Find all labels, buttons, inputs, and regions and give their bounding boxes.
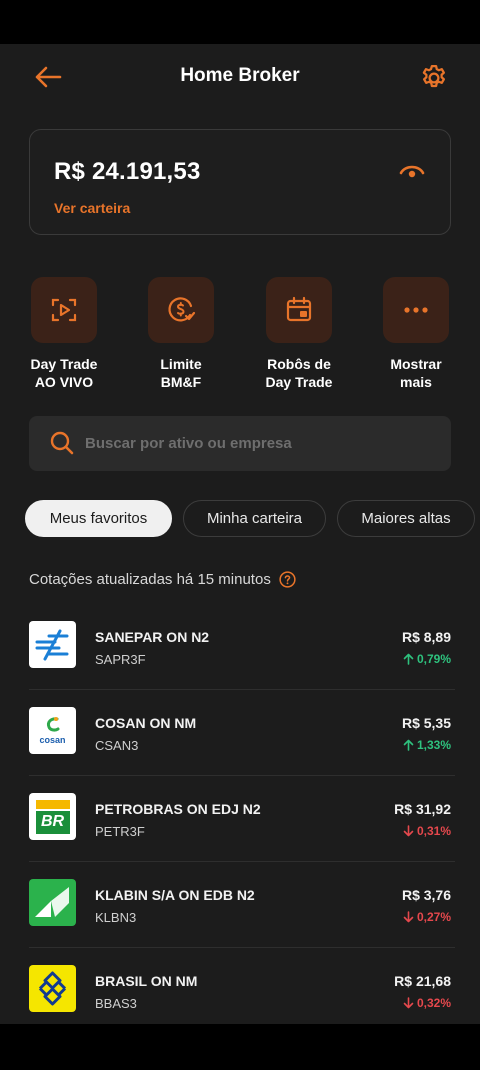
search-icon <box>50 431 74 455</box>
stock-ticker: SAPR3F <box>95 652 146 667</box>
petrobras-logo-mark: BR <box>35 799 70 834</box>
action-show-more[interactable]: Mostrar mais <box>361 277 471 391</box>
sanepar-logo-mark <box>35 629 69 661</box>
stock-change-value: 0,32% <box>416 996 451 1010</box>
list-item[interactable]: BR PETROBRAS ON EDJ N2 PETR3F R$ 31,92 0… <box>29 776 455 862</box>
quick-actions: Day Trade AO VIVO Limite BM&F Robôs de D… <box>0 277 480 397</box>
tab-meus-favoritos[interactable]: Meus favoritos <box>25 500 172 537</box>
action-label-line1: Limite <box>160 356 202 372</box>
action-label: Day Trade AO VIVO <box>9 355 119 391</box>
action-label-line1: Mostrar <box>390 356 442 372</box>
action-label: Limite BM&F <box>126 355 236 391</box>
stock-change-value: 0,79% <box>416 652 451 666</box>
stock-name: COSAN ON NM <box>95 715 197 731</box>
list-item[interactable]: KLABIN S/A ON EDB N2 KLBN3 R$ 3,76 0,27% <box>29 862 455 948</box>
stock-name: BRASIL ON NM <box>95 973 198 989</box>
arrow-up-icon <box>403 739 414 751</box>
action-robos-day-trade[interactable]: Robôs de Day Trade <box>244 277 354 391</box>
balance-card: R$ 24.191,53 Ver carteira <box>29 129 451 235</box>
cosan-logo-text: cosan <box>39 735 66 745</box>
stock-change: 0,27% <box>403 910 451 924</box>
action-label-line2: Day Trade <box>265 374 333 390</box>
cosan-logo-mark <box>46 717 59 732</box>
arrow-down-icon <box>403 997 414 1009</box>
page-title: Home Broker <box>180 65 300 86</box>
gear-icon <box>422 65 445 88</box>
balance-amount: R$ 24.191,53 <box>54 158 201 185</box>
cosan-logo: cosan <box>29 707 76 754</box>
list-item[interactable]: SANEPAR ON N2 SAPR3F R$ 8,89 0,79% <box>29 604 455 690</box>
stock-change: 0,31% <box>403 824 451 838</box>
action-day-trade[interactable]: Day Trade AO VIVO <box>9 277 119 391</box>
stock-change: 0,32% <box>403 996 451 1010</box>
search-placeholder: Buscar por ativo ou empresa <box>85 435 292 452</box>
action-label-line2: AO VIVO <box>34 374 94 390</box>
stock-price: R$ 5,35 <box>401 715 451 731</box>
stock-ticker: BBAS3 <box>95 996 137 1011</box>
klabin-logo <box>29 879 76 926</box>
view-wallet-link[interactable]: Ver carteira <box>54 200 130 216</box>
stock-price: R$ 21,68 <box>394 973 451 989</box>
action-icon-box <box>383 277 449 343</box>
action-limite-bmf[interactable]: Limite BM&F <box>126 277 236 391</box>
stock-change-value: 0,27% <box>416 910 451 924</box>
dollar-check-icon <box>168 297 196 322</box>
play-frame-icon <box>51 298 77 322</box>
stock-change: 1,33% <box>403 738 451 752</box>
action-icon-box <box>266 277 332 343</box>
arrow-up-icon <box>403 653 414 665</box>
more-dots-icon <box>404 307 428 313</box>
petrobras-logo-text: BR <box>35 810 70 834</box>
list-item[interactable]: cosan COSAN ON NM CSAN3 R$ 5,35 1,33% <box>29 690 455 776</box>
stock-list: SANEPAR ON N2 SAPR3F R$ 8,89 0,79% cosan… <box>29 604 455 1024</box>
calendar-robot-icon <box>286 296 312 322</box>
action-icon-box <box>148 277 214 343</box>
eye-icon[interactable] <box>398 160 426 184</box>
header: Home Broker <box>0 44 480 110</box>
stock-price: R$ 31,92 <box>394 801 451 817</box>
arrow-down-icon <box>403 911 414 923</box>
action-label-line2: BM&F <box>160 374 202 390</box>
action-icon-box <box>31 277 97 343</box>
sanepar-logo <box>29 621 76 668</box>
tab-minha-carteira[interactable]: Minha carteira <box>183 500 326 537</box>
search-input[interactable]: Buscar por ativo ou empresa <box>29 416 451 471</box>
quotes-notice: Cotações atualizadas há 15 minutos <box>29 571 296 588</box>
help-icon[interactable] <box>279 571 296 588</box>
tab-maiores-altas[interactable]: Maiores altas <box>337 500 475 537</box>
action-label: Mostrar mais <box>361 355 471 391</box>
petrobras-logo-band <box>35 799 70 809</box>
stock-name: PETROBRAS ON EDJ N2 <box>95 801 261 817</box>
settings-button[interactable] <box>418 62 450 94</box>
stock-change: 0,79% <box>403 652 451 666</box>
stock-name: SANEPAR ON N2 <box>95 629 210 645</box>
home-broker-screen: Home Broker R$ 24.191,53 Ver carteira Da… <box>0 44 480 1024</box>
stock-change-value: 1,33% <box>416 738 451 752</box>
banco-do-brasil-logo <box>29 965 76 1012</box>
quotes-notice-text: Cotações atualizadas há 15 minutos <box>29 571 271 588</box>
stock-price: R$ 8,89 <box>401 629 451 645</box>
action-label-line1: Robôs de <box>267 356 331 372</box>
petrobras-logo: BR <box>29 793 76 840</box>
stock-ticker: PETR3F <box>95 824 145 839</box>
action-label: Robôs de Day Trade <box>244 355 354 391</box>
action-label-line2: mais <box>400 374 432 390</box>
filter-tabs: Meus favoritos Minha carteira Maiores al… <box>25 500 480 538</box>
list-item[interactable]: BRASIL ON NM BBAS3 R$ 21,68 0,32% <box>29 948 455 1024</box>
arrow-down-icon <box>403 825 414 837</box>
klabin-logo-mark <box>35 887 69 917</box>
stock-ticker: CSAN3 <box>95 738 139 753</box>
stock-ticker: KLBN3 <box>95 910 137 925</box>
stock-price: R$ 3,76 <box>401 887 451 903</box>
stock-change-value: 0,31% <box>416 824 451 838</box>
stock-name: KLABIN S/A ON EDB N2 <box>95 887 255 903</box>
banco-do-brasil-logo-mark <box>38 971 67 1006</box>
action-label-line1: Day Trade <box>30 356 98 372</box>
